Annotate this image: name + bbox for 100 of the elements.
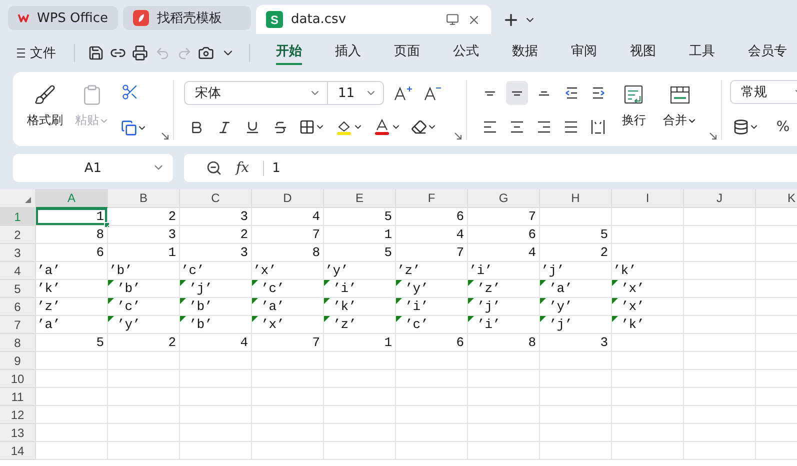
table-cell[interactable]: 3: [180, 244, 252, 262]
table-cell[interactable]: [612, 406, 684, 424]
row-header[interactable]: 5: [0, 280, 36, 298]
table-cell[interactable]: 7: [396, 244, 468, 262]
table-cell[interactable]: 8: [468, 334, 540, 352]
table-cell[interactable]: ’x’: [612, 280, 684, 298]
table-cell[interactable]: [180, 424, 252, 442]
table-cell[interactable]: [36, 370, 108, 388]
table-cell[interactable]: 8: [36, 226, 108, 244]
error-flag-icon[interactable]: [180, 316, 186, 322]
table-cell[interactable]: ’j’: [540, 316, 612, 334]
table-cell[interactable]: [684, 406, 756, 424]
table-cell[interactable]: 1: [36, 208, 108, 226]
table-cell[interactable]: ’z’: [324, 316, 396, 334]
table-cell[interactable]: 5: [540, 226, 612, 244]
select-all-button[interactable]: [0, 189, 36, 208]
column-header[interactable]: B: [108, 189, 180, 208]
ribbon-tab[interactable]: 公式: [453, 41, 479, 65]
error-flag-icon[interactable]: [180, 298, 186, 304]
table-cell[interactable]: ’j’: [468, 298, 540, 316]
table-cell[interactable]: ’b’: [108, 280, 180, 298]
table-cell[interactable]: [684, 424, 756, 442]
ribbon-tab[interactable]: 工具: [689, 41, 715, 65]
table-cell[interactable]: [252, 424, 324, 442]
row-header[interactable]: 6: [0, 298, 36, 316]
table-cell[interactable]: 3: [108, 226, 180, 244]
zoom-icon[interactable]: [206, 160, 222, 176]
error-flag-icon[interactable]: [324, 280, 330, 286]
row-header[interactable]: 3: [0, 244, 36, 262]
error-flag-icon[interactable]: [108, 316, 114, 322]
document-tab[interactable]: WPS Office: [8, 6, 118, 30]
table-cell[interactable]: 1: [324, 334, 396, 352]
document-tab[interactable]: S data.csv: [256, 5, 491, 34]
table-cell[interactable]: 7: [252, 226, 324, 244]
error-flag-icon[interactable]: [468, 298, 474, 304]
table-cell[interactable]: 2: [540, 244, 612, 262]
table-cell[interactable]: ’c’: [396, 316, 468, 334]
error-flag-icon[interactable]: [540, 280, 546, 286]
table-cell[interactable]: 8: [252, 244, 324, 262]
table-cell[interactable]: [468, 388, 540, 406]
table-cell[interactable]: [36, 424, 108, 442]
table-cell[interactable]: [612, 370, 684, 388]
launcher-icon[interactable]: [161, 132, 169, 140]
table-cell[interactable]: ’k’: [324, 298, 396, 316]
table-cell[interactable]: 5: [324, 208, 396, 226]
table-cell[interactable]: [108, 352, 180, 370]
table-cell[interactable]: [324, 388, 396, 406]
table-cell[interactable]: ’x’: [252, 316, 324, 334]
row-header[interactable]: 11: [0, 388, 36, 406]
table-cell[interactable]: [684, 298, 756, 316]
table-cell[interactable]: 2: [108, 208, 180, 226]
table-cell[interactable]: [468, 442, 540, 460]
table-cell[interactable]: ’x’: [612, 298, 684, 316]
row-header[interactable]: 7: [0, 316, 36, 334]
table-cell[interactable]: ’b’: [180, 316, 252, 334]
table-cell[interactable]: [252, 370, 324, 388]
table-cell[interactable]: [540, 406, 612, 424]
table-cell[interactable]: [684, 226, 756, 244]
function-label[interactable]: fx: [236, 160, 250, 176]
column-header[interactable]: G: [468, 189, 540, 208]
table-cell[interactable]: [324, 424, 396, 442]
table-cell[interactable]: [612, 226, 684, 244]
table-cell[interactable]: ’i’: [468, 262, 540, 280]
table-cell[interactable]: [252, 388, 324, 406]
column-header[interactable]: D: [252, 189, 324, 208]
table-cell[interactable]: [396, 370, 468, 388]
table-cell[interactable]: ’c’: [180, 262, 252, 280]
table-cell[interactable]: ’i’: [468, 316, 540, 334]
table-cell[interactable]: [36, 406, 108, 424]
table-cell[interactable]: ’z’: [36, 298, 108, 316]
table-cell[interactable]: [324, 406, 396, 424]
ribbon-tab[interactable]: 插入: [335, 41, 361, 65]
table-cell[interactable]: 6: [396, 208, 468, 226]
format-painter-button[interactable]: 格式刷: [25, 80, 65, 140]
row-header[interactable]: 2: [0, 226, 36, 244]
table-cell[interactable]: ’k’: [36, 280, 108, 298]
error-flag-icon[interactable]: [612, 316, 618, 322]
table-cell[interactable]: ’a’: [36, 262, 108, 280]
table-cell[interactable]: [684, 316, 756, 334]
table-cell[interactable]: ’y’: [540, 298, 612, 316]
error-flag-icon[interactable]: [612, 298, 618, 304]
table-cell[interactable]: [612, 352, 684, 370]
table-cell[interactable]: ’a’: [252, 298, 324, 316]
table-cell[interactable]: [540, 424, 612, 442]
table-cell[interactable]: [324, 370, 396, 388]
ribbon-tab[interactable]: 会员专: [748, 41, 787, 65]
table-cell[interactable]: [684, 370, 756, 388]
table-cell[interactable]: [684, 442, 756, 460]
error-flag-icon[interactable]: [324, 298, 330, 304]
table-cell[interactable]: 7: [468, 208, 540, 226]
row-header[interactable]: 12: [0, 406, 36, 424]
table-cell[interactable]: [36, 442, 108, 460]
percent-button[interactable]: %: [772, 115, 794, 139]
table-cell[interactable]: 5: [324, 244, 396, 262]
table-cell[interactable]: ’j’: [540, 262, 612, 280]
table-cell[interactable]: [684, 262, 756, 280]
table-cell[interactable]: [396, 442, 468, 460]
ribbon-tab[interactable]: 开始: [276, 41, 302, 65]
error-flag-icon[interactable]: [396, 280, 402, 286]
table-cell[interactable]: [180, 388, 252, 406]
